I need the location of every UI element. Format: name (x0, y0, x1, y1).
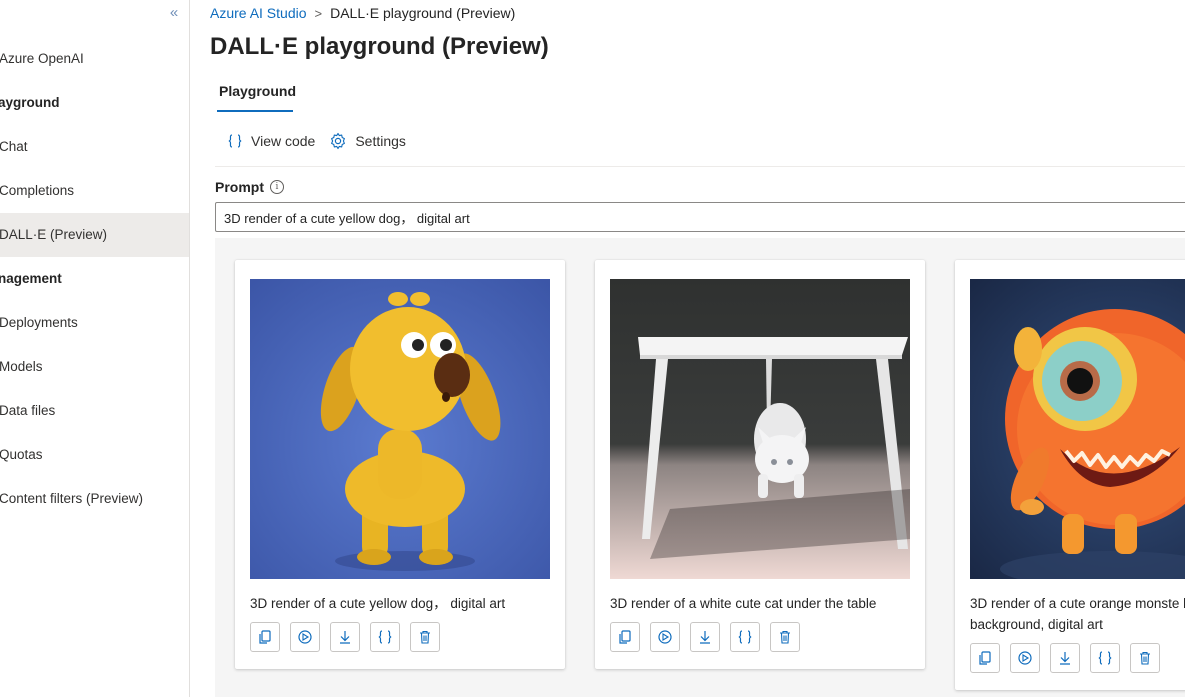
sidebar-item-label: Deployments (0, 315, 78, 330)
image-caption: 3D render of a cute orange monste blue b… (970, 596, 1185, 632)
generated-image-yellow-dog[interactable] (250, 279, 550, 579)
delete-icon[interactable] (770, 622, 800, 652)
card-actions (970, 643, 1160, 673)
image-card: 3D render of a cute orange monste blue b… (955, 260, 1185, 690)
sidebar-item-deployments[interactable]: Deployments (0, 301, 189, 345)
download-icon[interactable] (1050, 643, 1080, 673)
tab-active-indicator (217, 110, 293, 112)
info-icon[interactable]: i (270, 180, 284, 194)
card-actions (250, 622, 440, 652)
sidebar-item-label: Quotas (0, 447, 43, 462)
prompt-label: Prompt i (215, 179, 284, 195)
sidebar-item-label: Chat (0, 139, 28, 154)
toolbar: View code Settings (227, 131, 406, 151)
download-icon[interactable] (690, 622, 720, 652)
sidebar-item-completions[interactable]: Completions (0, 169, 189, 213)
image-caption: 3D render of a cute yellow dog， digital … (250, 596, 506, 611)
delete-icon[interactable] (1130, 643, 1160, 673)
image-gallery: 3D render of a cute yellow dog， digital … (215, 238, 1185, 697)
sidebar-section-label: ayground (0, 95, 60, 110)
image-card: 3D render of a cute yellow dog， digital … (235, 260, 565, 669)
image-card: 3D render of a white cute cat under the … (595, 260, 925, 669)
chevron-double-left-icon[interactable]: « (166, 4, 182, 22)
sidebar-item-chat[interactable]: Chat (0, 125, 189, 169)
delete-icon[interactable] (410, 622, 440, 652)
sidebar-item-label: Azure OpenAI (0, 51, 84, 66)
main-content: Azure AI Studio > DALL·E playground (Previ… (189, 0, 1185, 697)
sidebar-item-label: Models (0, 359, 43, 374)
code-braces-icon (227, 133, 243, 149)
settings-button[interactable]: Settings (329, 131, 406, 151)
prompt-label-text: Prompt (215, 179, 264, 195)
view-code-button[interactable]: View code (227, 131, 315, 151)
sidebar-section-playground: ayground (0, 81, 189, 125)
variation-icon[interactable] (290, 622, 320, 652)
code-icon[interactable] (1090, 643, 1120, 673)
breadcrumb: Azure AI Studio > DALL·E playground (Previ… (210, 5, 515, 21)
image-caption: 3D render of a white cute cat under the … (610, 596, 877, 611)
sidebar-item-label: Content filters (Preview) (0, 491, 144, 506)
toolbar-divider (215, 166, 1185, 167)
tab-playground[interactable]: Playground (219, 83, 296, 99)
code-icon[interactable] (730, 622, 760, 652)
settings-label: Settings (355, 133, 406, 149)
code-icon[interactable] (370, 622, 400, 652)
page-title: DALL·E playground (Preview) (210, 33, 549, 60)
sidebar-item-data-files[interactable]: Data files (0, 389, 189, 433)
variation-icon[interactable] (650, 622, 680, 652)
sidebar-item-dalle[interactable]: DALL·E (Preview) (0, 213, 189, 257)
sidebar-item-label: Data files (0, 403, 56, 418)
copy-icon[interactable] (610, 622, 640, 652)
variation-icon[interactable] (1010, 643, 1040, 673)
copy-icon[interactable] (970, 643, 1000, 673)
sidebar-item-label: DALL·E (Preview) (0, 227, 108, 242)
generated-image-orange-monster[interactable] (970, 279, 1185, 579)
breadcrumb-separator: > (314, 6, 323, 21)
sidebar-section-management: nagement (0, 257, 189, 301)
sidebar: « Azure OpenAI ayground Chat Completions… (0, 0, 190, 697)
sidebar-item-models[interactable]: Models (0, 345, 189, 389)
prompt-input[interactable] (215, 202, 1185, 232)
view-code-label: View code (251, 133, 316, 149)
sidebar-item-quotas[interactable]: Quotas (0, 433, 189, 477)
sidebar-item-label: Completions (0, 183, 75, 198)
breadcrumb-root-link[interactable]: Azure AI Studio (210, 5, 307, 21)
generated-image-white-cat[interactable] (610, 279, 910, 579)
copy-icon[interactable] (250, 622, 280, 652)
sidebar-section-label: nagement (0, 271, 62, 286)
sidebar-item-content-filters[interactable]: Content filters (Preview) (0, 477, 189, 521)
download-icon[interactable] (330, 622, 360, 652)
card-actions (610, 622, 800, 652)
breadcrumb-current: DALL·E playground (Preview) (330, 5, 516, 21)
sidebar-item-azure-openai[interactable]: Azure OpenAI (0, 37, 189, 81)
gear-icon (329, 132, 347, 150)
